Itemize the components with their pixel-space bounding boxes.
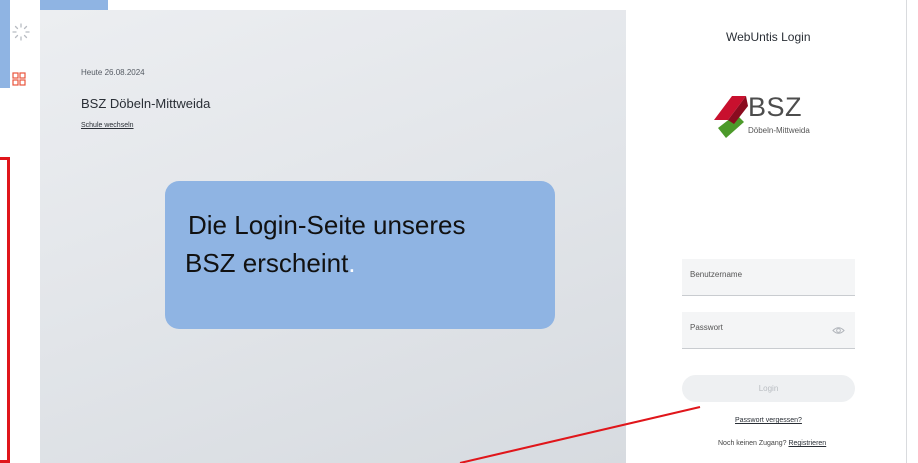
login-button[interactable]: Login: [682, 375, 855, 402]
school-name: BSZ Döbeln-Mittweida: [81, 96, 211, 111]
logo-subtitle: Döbeln-Mittweida: [748, 126, 810, 135]
no-access-text: Noch keinen Zugang? Registrieren: [718, 440, 826, 447]
loading-spinner-icon: [12, 23, 30, 41]
logo-text: BSZ: [748, 92, 803, 122]
eye-icon[interactable]: [832, 324, 845, 337]
login-title: WebUntis Login: [726, 30, 811, 44]
right-strip: [906, 0, 918, 463]
annotation-frame: [0, 157, 10, 463]
password-field[interactable]: [682, 312, 855, 349]
password-input[interactable]: [688, 322, 842, 333]
callout-line-2: BSZ erscheint.: [185, 244, 356, 282]
callout-line-1: Die Login-Seite unseres: [188, 210, 466, 240]
callout-line-2-end: .: [348, 248, 356, 278]
sidebar-edge: [0, 0, 10, 88]
forgot-password-link[interactable]: Passwort vergessen?: [735, 417, 802, 424]
today-date: Heute 26.08.2024: [81, 68, 145, 77]
switch-school-link[interactable]: Schule wechseln: [81, 122, 134, 129]
username-input[interactable]: [688, 269, 842, 280]
callout-box: Die Login-Seite unseres BSZ erscheint.: [165, 181, 555, 329]
apps-icon[interactable]: [12, 72, 26, 86]
no-access-label: Noch keinen Zugang?: [718, 440, 787, 447]
username-field[interactable]: [682, 259, 855, 296]
panel-divider: [906, 0, 907, 463]
register-link[interactable]: Registrieren: [788, 440, 826, 447]
callout-line-2-text: BSZ erscheint: [185, 248, 349, 278]
